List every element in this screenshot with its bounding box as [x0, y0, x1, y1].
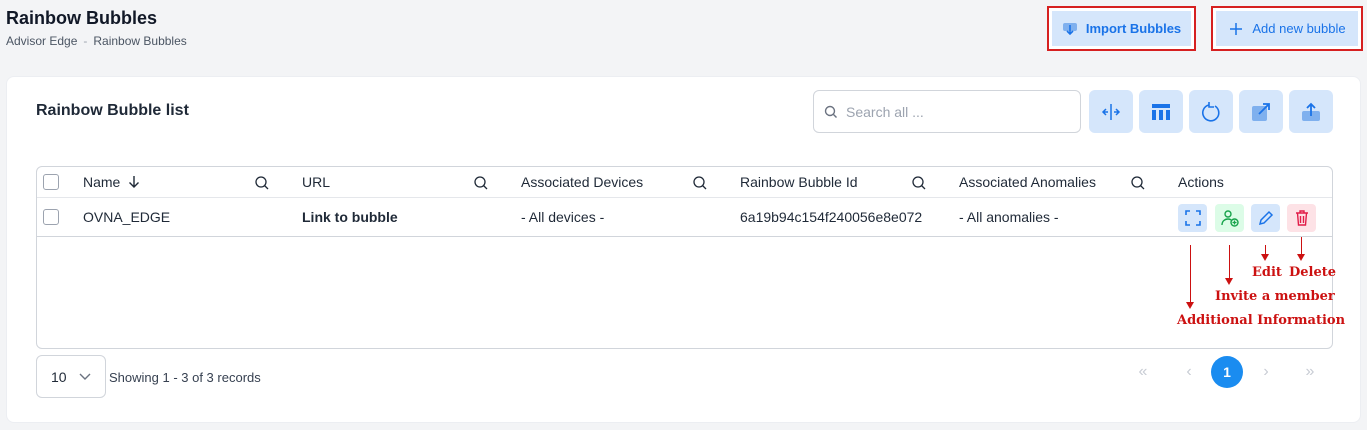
prev-page-button[interactable]: ‹: [1173, 356, 1205, 388]
row-select-cell: [43, 198, 59, 236]
edit-button[interactable]: [1251, 204, 1280, 232]
column-header-bubble-id[interactable]: Rainbow Bubble Id: [740, 167, 858, 197]
next-page-button[interactable]: ›: [1250, 356, 1282, 388]
per-page-select[interactable]: 10: [36, 355, 106, 398]
cell-anomalies: - All anomalies -: [959, 209, 1059, 225]
card-title: Rainbow Bubble list: [36, 102, 189, 119]
delete-button[interactable]: [1287, 204, 1316, 232]
page-title: Rainbow Bubbles: [6, 8, 158, 28]
column-header-devices[interactable]: Associated Devices: [521, 167, 643, 197]
chevron-right-icon: ›: [1263, 363, 1269, 380]
bubble-list-card: Rainbow Bubble list Name URL Associated …: [6, 76, 1361, 423]
link-to-bubble[interactable]: Link to bubble: [302, 198, 398, 236]
cell-bubble-id: 6a19b94c154f240056e8e072: [740, 209, 923, 225]
records-summary: Showing 1 - 3 of 3 records: [109, 370, 261, 385]
chevron-down-icon: [79, 373, 91, 380]
annotation-arrowhead-info: [1186, 302, 1194, 309]
page-button-current[interactable]: 1: [1211, 356, 1243, 388]
column-header-anomalies[interactable]: Associated Anomalies: [959, 167, 1096, 197]
plus-icon: [1230, 22, 1243, 35]
invite-member-button[interactable]: [1215, 204, 1244, 232]
search-icon[interactable]: [473, 175, 489, 191]
add-new-bubble-label: Add new bubble: [1252, 21, 1346, 36]
per-page-value: 10: [51, 368, 67, 385]
cell-devices: - All devices -: [521, 209, 605, 225]
columns-resize-icon: [1101, 103, 1121, 120]
column-name-label: Name: [83, 174, 121, 190]
search-icon: [824, 105, 837, 118]
additional-information-button[interactable]: [1178, 204, 1207, 232]
edit-icon: [1258, 210, 1273, 226]
select-all-cell: [43, 167, 59, 197]
import-bubbles-button[interactable]: Import Bubbles: [1047, 6, 1196, 51]
cell-name: OVNA_EDGE: [83, 209, 171, 225]
refresh-icon: [1202, 101, 1220, 122]
double-chevron-right-icon: »: [1305, 363, 1315, 380]
bubble-table: Name URL Associated Devices Rainbow Bubb…: [36, 166, 1333, 349]
external-link-icon: [1252, 102, 1270, 121]
breadcrumb-item[interactable]: Advisor Edge: [6, 34, 77, 48]
column-anomalies-label: Associated Anomalies: [959, 174, 1096, 190]
trash-icon: [1295, 210, 1308, 226]
breadcrumb-item: Rainbow Bubbles: [93, 34, 187, 48]
double-chevron-left-icon: «: [1138, 363, 1148, 380]
search-icon[interactable]: [1130, 175, 1146, 191]
annotation-edit: Edit: [1252, 265, 1282, 280]
column-actions-label: Actions: [1178, 174, 1224, 190]
expand-icon: [1184, 210, 1201, 226]
layout-button[interactable]: [1139, 90, 1183, 133]
search-icon[interactable]: [254, 175, 270, 191]
export-button[interactable]: [1289, 90, 1333, 133]
select-all-checkbox[interactable]: [43, 174, 59, 190]
table-header: Name URL Associated Devices Rainbow Bubb…: [37, 167, 1332, 198]
row-checkbox[interactable]: [43, 209, 59, 225]
annotation-invite: Invite a member: [1215, 289, 1335, 304]
search-box[interactable]: [813, 90, 1081, 133]
resize-columns-button[interactable]: [1089, 90, 1133, 133]
annotation-arrow-delete: [1301, 237, 1302, 255]
annotation-arrow-info: [1190, 245, 1191, 304]
annotation-arrowhead-delete: [1297, 254, 1305, 261]
search-input[interactable]: [846, 103, 1066, 120]
search-icon[interactable]: [692, 175, 708, 191]
table-row: OVNA_EDGE Link to bubble - All devices -…: [37, 198, 1332, 237]
chevron-left-icon: ‹: [1186, 363, 1192, 380]
layout-icon: [1152, 103, 1170, 120]
upload-icon: [1302, 102, 1320, 121]
add-new-bubble-button[interactable]: Add new bubble: [1211, 6, 1363, 51]
refresh-button[interactable]: [1189, 90, 1233, 133]
breadcrumb-separator: -: [83, 34, 88, 48]
column-bubble-id-label: Rainbow Bubble Id: [740, 174, 858, 190]
annotation-delete: Delete: [1289, 265, 1337, 280]
download-icon: [1062, 22, 1077, 35]
annotation-info: Additional Information: [1177, 313, 1346, 328]
annotation-arrowhead-edit: [1261, 254, 1269, 261]
column-header-name[interactable]: Name: [83, 167, 140, 197]
external-link-button[interactable]: [1239, 90, 1283, 133]
sort-down-icon[interactable]: [128, 175, 140, 189]
column-header-url[interactable]: URL: [302, 167, 330, 197]
search-icon[interactable]: [911, 175, 927, 191]
column-devices-label: Associated Devices: [521, 174, 644, 190]
annotation-arrow-invite: [1229, 245, 1230, 280]
add-user-icon: [1220, 210, 1239, 227]
column-url-label: URL: [302, 174, 331, 190]
annotation-arrowhead-invite: [1225, 278, 1233, 285]
first-page-button[interactable]: «: [1127, 356, 1159, 388]
import-bubbles-label: Import Bubbles: [1085, 21, 1182, 36]
column-header-actions: Actions: [1178, 167, 1224, 197]
last-page-button[interactable]: »: [1294, 356, 1326, 388]
breadcrumb: Advisor Edge - Rainbow Bubbles: [6, 34, 187, 48]
